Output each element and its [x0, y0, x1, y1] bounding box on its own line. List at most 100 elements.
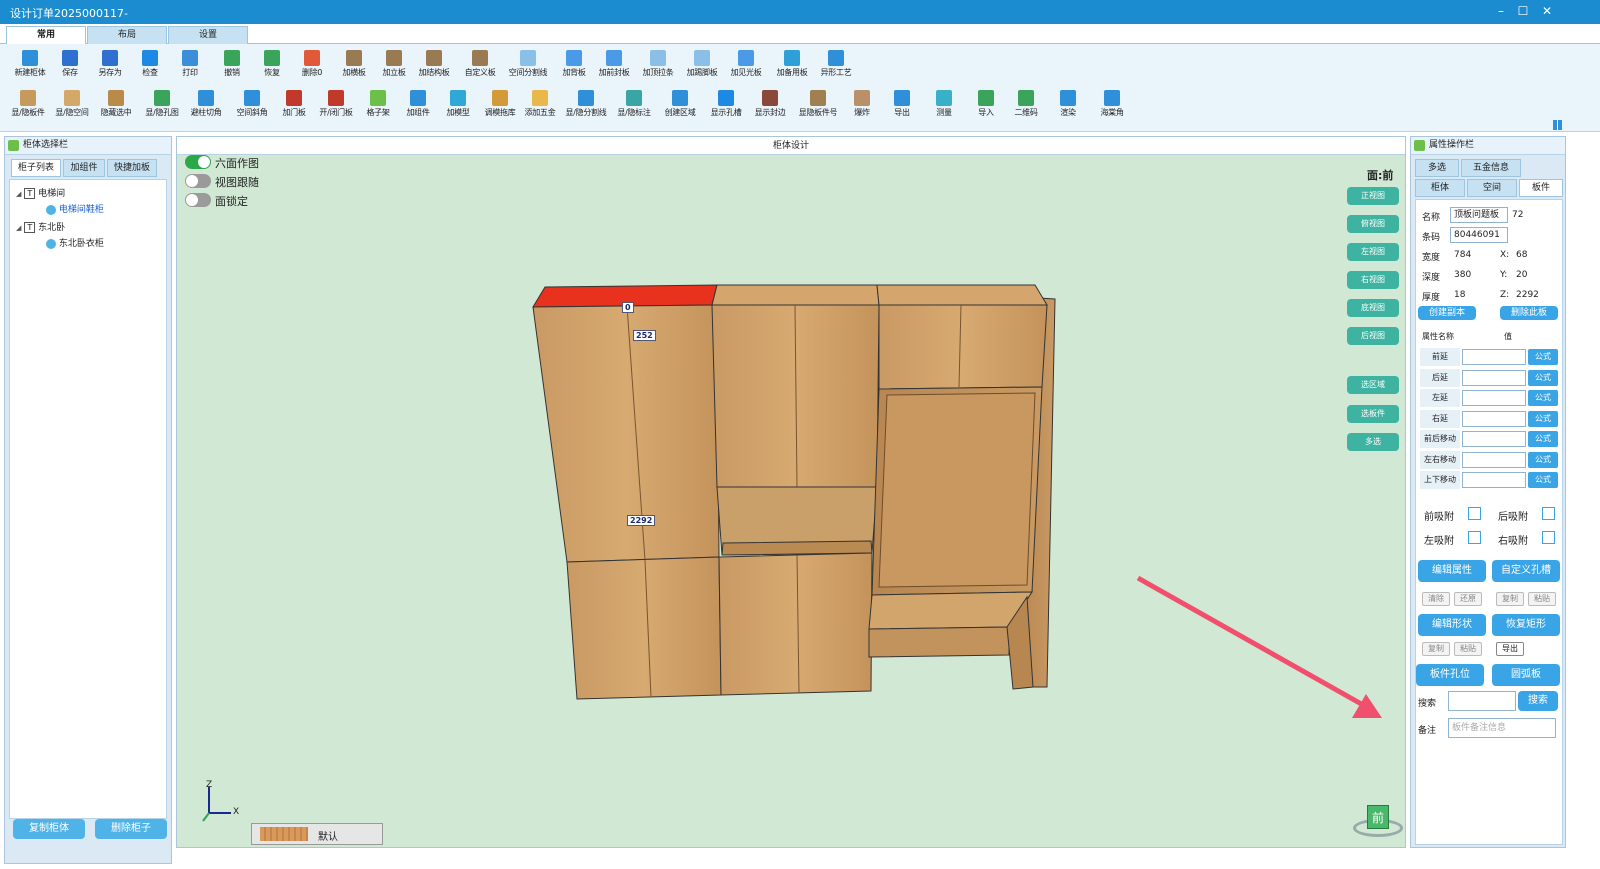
formula-button[interactable]: 公式 — [1528, 390, 1558, 406]
snap-front-checkbox[interactable] — [1468, 507, 1481, 520]
ribbon-row1-button-7[interactable]: 删除0 — [290, 46, 334, 86]
ribbon-row2-button-1[interactable]: 显/隐空间 — [50, 86, 94, 126]
delete-cabinet-button[interactable]: 删除柜子 — [95, 819, 167, 839]
formula-button[interactable]: 公式 — [1528, 472, 1558, 488]
formula-button[interactable]: 公式 — [1528, 451, 1558, 468]
ribbon-row1-button-13[interactable]: 加背板 — [552, 46, 596, 86]
clear-button[interactable]: 清除 — [1422, 592, 1450, 606]
close-button[interactable]: ✕ — [1536, 2, 1558, 20]
ribbon-row1-button-19[interactable]: 异形工艺 — [814, 46, 858, 86]
ribbon-row1-button-16[interactable]: 加踢脚板 — [680, 46, 724, 86]
snap-right-checkbox[interactable] — [1542, 531, 1555, 544]
tree-node-elevator[interactable]: ◢ T 电梯间 — [16, 186, 65, 199]
front-view-button[interactable]: 正视图 — [1347, 187, 1399, 205]
ribbon-row2-button-18[interactable]: 显隐板件号 — [796, 86, 840, 126]
tree-node-elevator-shoe-cabinet[interactable]: 电梯间鞋柜 — [46, 202, 104, 215]
edit-properties-button[interactable]: 编辑属性 — [1418, 560, 1486, 582]
ribbon-row1-button-5[interactable]: 撤销 — [210, 46, 254, 86]
prop-value-input[interactable] — [1462, 431, 1526, 447]
ribbon-row1-button-12[interactable]: 空间分割线 — [506, 46, 550, 86]
multi-select-button[interactable]: 多选 — [1347, 433, 1399, 451]
delete-board-button[interactable]: 删除此板 — [1500, 306, 1558, 320]
tab-quick-add-board[interactable]: 快捷加板 — [107, 159, 157, 177]
ribbon-row1-button-10[interactable]: 加结构板 — [412, 46, 456, 86]
formula-button[interactable]: 公式 — [1528, 431, 1558, 447]
maximize-button[interactable]: ☐ — [1512, 2, 1534, 20]
minimize-button[interactable]: – — [1490, 2, 1512, 20]
cabinet-3d-model[interactable] — [527, 277, 1067, 707]
grid-toggle-icon[interactable] — [1553, 120, 1563, 130]
search-input[interactable] — [1448, 691, 1516, 711]
ribbon-row2-button-14[interactable]: 显/隐标注 — [612, 86, 656, 126]
tab-common[interactable]: 常用 — [6, 26, 86, 44]
tab-space[interactable]: 空间 — [1467, 179, 1517, 197]
copy-cabinet-button[interactable]: 复制柜体 — [13, 819, 85, 839]
ribbon-row2-button-5[interactable]: 空间斜角 — [230, 86, 274, 126]
ribbon-row2-button-17[interactable]: 显示封边 — [748, 86, 792, 126]
ribbon-row1-button-3[interactable]: 检查 — [128, 46, 172, 86]
tab-cabinet[interactable]: 柜体 — [1415, 179, 1465, 197]
ribbon-row2-button-12[interactable]: 添加五金 — [518, 86, 562, 126]
ribbon-row1-button-0[interactable]: 新建柜体 — [8, 46, 52, 86]
arc-board-button[interactable]: 圆弧板 — [1492, 664, 1560, 686]
search-button[interactable]: 搜索 — [1518, 691, 1558, 711]
shape-export-button[interactable]: 导出 — [1496, 642, 1524, 656]
ribbon-row2-button-4[interactable]: 避柱切角 — [184, 86, 228, 126]
select-board-button[interactable]: 选板件 — [1347, 405, 1399, 423]
ribbon-row2-button-22[interactable]: 导入 — [964, 86, 1008, 126]
prop-value-input[interactable] — [1462, 369, 1526, 386]
ribbon-row2-button-20[interactable]: 导出 — [880, 86, 924, 126]
tab-settings[interactable]: 设置 — [168, 26, 248, 44]
ribbon-row2-button-13[interactable]: 显/隐分割线 — [564, 86, 608, 126]
select-area-button[interactable]: 选区域 — [1347, 376, 1399, 394]
six-face-toggle[interactable] — [185, 155, 211, 169]
prop-value-input[interactable] — [1462, 410, 1526, 427]
ribbon-row2-button-8[interactable]: 格子架 — [356, 86, 400, 126]
ribbon-row2-button-23[interactable]: 二维码 — [1004, 86, 1048, 126]
ribbon-row2-button-24[interactable]: 渲染 — [1046, 86, 1090, 126]
name-input[interactable]: 顶板问题板 — [1450, 207, 1508, 223]
restore-button[interactable]: 还原 — [1454, 592, 1482, 606]
formula-button[interactable]: 公式 — [1528, 410, 1558, 427]
ribbon-row2-button-25[interactable]: 海棠角 — [1090, 86, 1134, 126]
bottom-view-button[interactable]: 底视图 — [1347, 299, 1399, 317]
ribbon-row2-button-7[interactable]: 开/闭门板 — [314, 86, 358, 126]
ribbon-row1-button-2[interactable]: 另存为 — [88, 46, 132, 86]
right-view-button[interactable]: 右视图 — [1347, 271, 1399, 289]
ribbon-row1-button-11[interactable]: 自定义板 — [458, 46, 502, 86]
tab-add-component[interactable]: 加组件 — [63, 159, 105, 177]
cabinet-design-viewport[interactable]: 柜体设计 六面作图 视图跟随 面锁定 面:前 正视图 俯视图 左视图 右视图 底… — [176, 136, 1406, 848]
face-lock-toggle[interactable] — [185, 193, 211, 207]
left-view-button[interactable]: 左视图 — [1347, 243, 1399, 261]
formula-button[interactable]: 公式 — [1528, 349, 1558, 365]
ribbon-row2-button-21[interactable]: 测量 — [922, 86, 966, 126]
note-input[interactable]: 板件备注信息 — [1448, 718, 1556, 738]
tab-layout[interactable]: 布局 — [87, 26, 167, 44]
ribbon-row1-button-17[interactable]: 加见光板 — [724, 46, 768, 86]
ribbon-row2-button-19[interactable]: 爆炸 — [840, 86, 884, 126]
tree-node-northeast-bedroom[interactable]: ◢ T 东北卧 — [16, 220, 65, 233]
tab-multi-select[interactable]: 多选 — [1415, 159, 1459, 177]
restore-rectangle-button[interactable]: 恢复矩形 — [1492, 614, 1560, 636]
ribbon-row2-button-10[interactable]: 加模型 — [436, 86, 480, 126]
ribbon-row1-button-14[interactable]: 加前封板 — [592, 46, 636, 86]
prop-value-input[interactable] — [1462, 451, 1526, 468]
tab-cabinet-list[interactable]: 柜子列表 — [11, 159, 61, 177]
ribbon-row2-button-3[interactable]: 显/隐孔图 — [140, 86, 184, 126]
formula-button[interactable]: 公式 — [1528, 369, 1558, 386]
snap-left-checkbox[interactable] — [1468, 531, 1481, 544]
ribbon-row2-button-6[interactable]: 加门板 — [272, 86, 316, 126]
ribbon-row2-button-16[interactable]: 显示孔槽 — [704, 86, 748, 126]
ribbon-row2-button-9[interactable]: 加组件 — [396, 86, 440, 126]
ribbon-row2-button-15[interactable]: 创建区域 — [658, 86, 702, 126]
back-view-button[interactable]: 后视图 — [1347, 327, 1399, 345]
ribbon-row2-button-0[interactable]: 显/隐板件 — [6, 86, 50, 126]
prop-value-input[interactable] — [1462, 390, 1526, 406]
nav-cube-face[interactable]: 前 — [1367, 805, 1389, 829]
copy-button[interactable]: 复制 — [1496, 592, 1524, 606]
ribbon-row2-button-11[interactable]: 调模拖库 — [478, 86, 522, 126]
ribbon-row1-button-9[interactable]: 加立板 — [372, 46, 416, 86]
top-view-button[interactable]: 俯视图 — [1347, 215, 1399, 233]
tab-hardware-info[interactable]: 五金信息 — [1461, 159, 1521, 177]
ribbon-row1-button-8[interactable]: 加横板 — [332, 46, 376, 86]
